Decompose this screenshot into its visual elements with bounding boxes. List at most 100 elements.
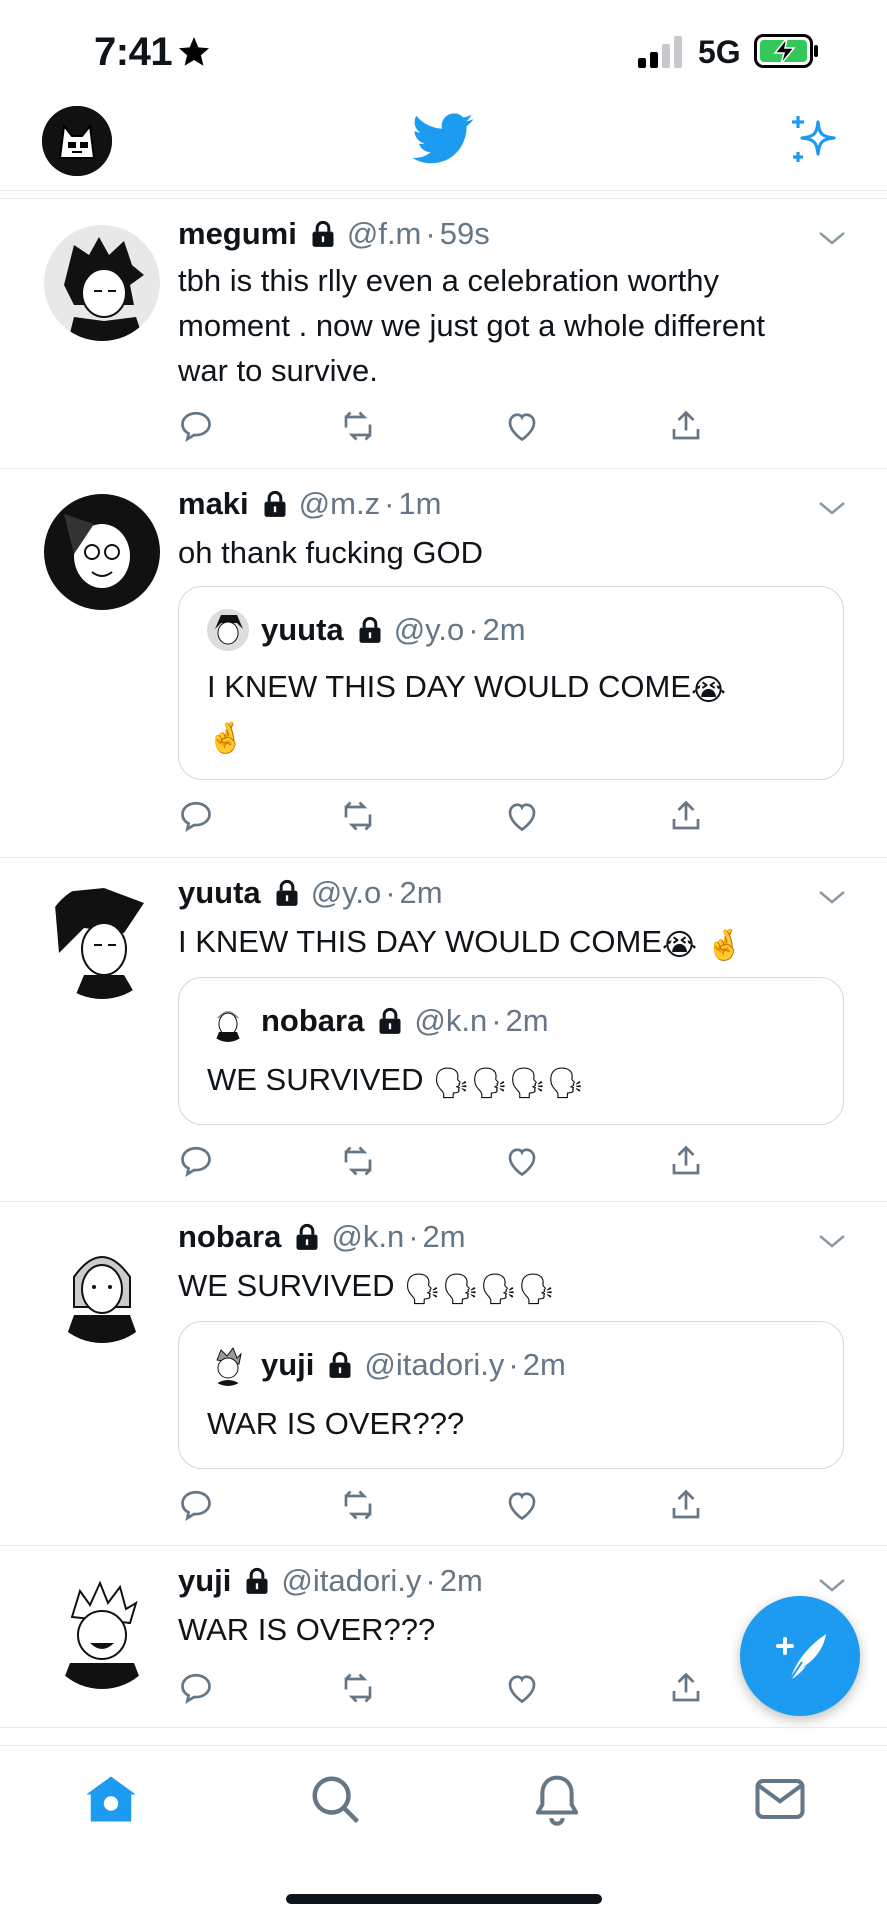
status-time: 7:41 bbox=[94, 30, 173, 74]
avatar[interactable] bbox=[44, 225, 160, 341]
share-icon[interactable] bbox=[668, 1670, 704, 1706]
lock-icon bbox=[276, 879, 298, 906]
tweet-actions bbox=[178, 798, 718, 838]
tweet-text: oh thank fucking GOD bbox=[178, 535, 483, 570]
tweet-handle[interactable]: @y.o bbox=[311, 875, 382, 911]
chevron-down-icon[interactable] bbox=[817, 1231, 847, 1251]
tweet-header: yuji @itadori.y · 2m bbox=[178, 1563, 483, 1599]
quoted-handle: @y.o bbox=[393, 612, 465, 647]
quoted-text: I KNEW THIS DAY WOULD COME bbox=[207, 669, 691, 704]
like-icon[interactable] bbox=[504, 1487, 540, 1523]
avatar[interactable] bbox=[44, 1227, 160, 1343]
lock-icon bbox=[264, 490, 286, 517]
quoted-text: WE SURVIVED bbox=[207, 1062, 424, 1097]
lock-icon bbox=[359, 616, 381, 643]
notifications-icon[interactable] bbox=[530, 1772, 584, 1826]
emoji: 🗣🗣🗣🗣 bbox=[432, 1067, 585, 1100]
chevron-down-icon[interactable] bbox=[817, 228, 847, 248]
retweet-icon[interactable] bbox=[340, 408, 376, 444]
chevron-down-icon[interactable] bbox=[817, 498, 847, 518]
avatar[interactable] bbox=[44, 883, 160, 999]
tweet-timestamp[interactable]: 2m bbox=[423, 1219, 466, 1255]
network-type: 5G bbox=[698, 34, 741, 70]
reply-icon[interactable] bbox=[178, 1670, 214, 1706]
reply-icon[interactable] bbox=[178, 1487, 214, 1523]
tweet-text: tbh is this rlly even a celebration wort… bbox=[178, 263, 766, 388]
like-icon[interactable] bbox=[504, 1670, 540, 1706]
like-icon[interactable] bbox=[504, 1143, 540, 1179]
quoted-timestamp: 2m bbox=[505, 1003, 549, 1038]
chevron-down-icon[interactable] bbox=[817, 1575, 847, 1595]
sparkle-icon[interactable] bbox=[786, 114, 838, 166]
quoted-timestamp: 2m bbox=[482, 612, 526, 647]
like-icon[interactable] bbox=[504, 798, 540, 834]
lock-icon bbox=[246, 1567, 268, 1594]
tweet-timestamp[interactable]: 1m bbox=[398, 486, 441, 522]
tweet[interactable]: maki @m.z · 1m oh thank fucking GOD yuut… bbox=[0, 468, 887, 858]
tweet-header: maki @m.z · 1m bbox=[178, 486, 441, 522]
avatar-image bbox=[44, 1573, 160, 1689]
quoted-tweet[interactable]: yuuta @y.o · 2m I KNEW THIS DAY WOULD CO… bbox=[178, 586, 844, 780]
tweet-handle[interactable]: @k.n bbox=[331, 1219, 404, 1255]
tweet-author-name[interactable]: yuji bbox=[178, 1563, 231, 1599]
signal-icon bbox=[638, 36, 682, 68]
retweet-icon[interactable] bbox=[340, 1143, 376, 1179]
tweet[interactable]: yuuta @y.o · 2m I KNEW THIS DAY WOULD CO… bbox=[0, 857, 887, 1202]
tweet-author-name[interactable]: megumi bbox=[178, 216, 297, 252]
emoji: 😭 bbox=[662, 929, 698, 962]
tweet-handle[interactable]: @m.z bbox=[299, 486, 380, 522]
reply-icon[interactable] bbox=[178, 798, 214, 834]
quoted-tweet-header: yuuta @y.o · 2m bbox=[207, 609, 526, 651]
separator-dot: · bbox=[425, 216, 436, 251]
avatar[interactable] bbox=[44, 494, 160, 610]
tweet[interactable]: nobara @k.n · 2m WE SURVIVED 🗣🗣🗣🗣 yuji @… bbox=[0, 1201, 887, 1546]
reply-icon[interactable] bbox=[178, 408, 214, 444]
avatar bbox=[207, 609, 249, 651]
retweet-icon[interactable] bbox=[340, 1487, 376, 1523]
tweet-author-name[interactable]: maki bbox=[178, 486, 249, 522]
compose-tweet-button[interactable] bbox=[740, 1596, 860, 1716]
tweet-timestamp[interactable]: 2m bbox=[400, 875, 443, 911]
avatar[interactable] bbox=[44, 1573, 160, 1689]
chevron-down-icon[interactable] bbox=[817, 887, 847, 907]
avatar-image bbox=[44, 883, 160, 999]
search-icon[interactable] bbox=[308, 1772, 362, 1826]
avatar-image bbox=[44, 494, 160, 610]
tweet-author-name[interactable]: yuuta bbox=[178, 875, 261, 911]
lock-icon bbox=[296, 1223, 318, 1250]
quoted-tweet-text: I KNEW THIS DAY WOULD COME😭 🤞 bbox=[207, 663, 807, 759]
separator-dot: · bbox=[491, 1003, 502, 1038]
header-divider bbox=[0, 198, 887, 199]
tweet-text: WE SURVIVED 🗣🗣🗣🗣 bbox=[178, 1263, 818, 1308]
tweet-text-content: WE SURVIVED bbox=[178, 1268, 395, 1303]
quoted-author-name: yuuta bbox=[261, 612, 344, 647]
separator-dot: · bbox=[425, 1563, 436, 1598]
like-icon[interactable] bbox=[504, 408, 540, 444]
retweet-icon[interactable] bbox=[340, 1670, 376, 1706]
separator-dot: · bbox=[384, 486, 395, 521]
share-icon[interactable] bbox=[668, 1143, 704, 1179]
quoted-tweet[interactable]: nobara @k.n · 2m WE SURVIVED 🗣🗣🗣🗣 bbox=[178, 977, 844, 1125]
tweet-handle[interactable]: @itadori.y bbox=[281, 1563, 421, 1599]
tweet-author-name[interactable]: nobara bbox=[178, 1219, 281, 1255]
tweet-timestamp[interactable]: 2m bbox=[440, 1563, 483, 1599]
share-icon[interactable] bbox=[668, 408, 704, 444]
quoted-author-name: yuji bbox=[261, 1347, 315, 1382]
tweet-handle[interactable]: @f.m bbox=[347, 216, 422, 252]
twitter-bird-icon[interactable] bbox=[412, 112, 474, 166]
share-icon[interactable] bbox=[668, 798, 704, 834]
tweet[interactable]: megumi @f.m · 59s tbh is this rlly even … bbox=[0, 200, 887, 469]
reply-icon[interactable] bbox=[178, 1143, 214, 1179]
home-indicator[interactable] bbox=[286, 1894, 602, 1904]
messages-icon[interactable] bbox=[753, 1772, 807, 1826]
tweet-timestamp[interactable]: 59s bbox=[440, 216, 490, 252]
tweet-text: WAR IS OVER??? bbox=[178, 1612, 436, 1647]
tweet-header: nobara @k.n · 2m bbox=[178, 1219, 466, 1255]
share-icon[interactable] bbox=[668, 1487, 704, 1523]
retweet-icon[interactable] bbox=[340, 798, 376, 834]
home-icon[interactable] bbox=[84, 1772, 138, 1826]
profile-avatar[interactable] bbox=[42, 106, 112, 176]
quoted-tweet[interactable]: yuji @itadori.y · 2m WAR IS OVER??? bbox=[178, 1321, 844, 1469]
quoted-author-name: nobara bbox=[261, 1003, 365, 1038]
quoted-tweet-header: yuji @itadori.y · 2m bbox=[207, 1344, 566, 1386]
